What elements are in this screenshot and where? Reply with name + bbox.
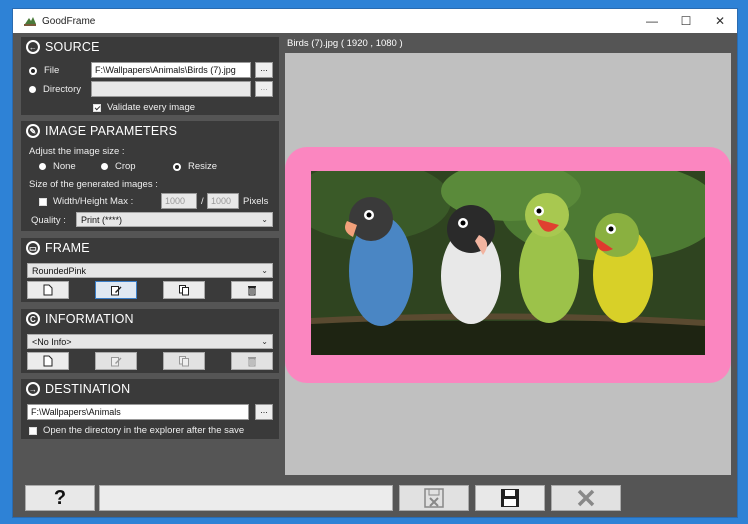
frame-new-button[interactable] bbox=[27, 281, 69, 299]
rounded-pink-frame bbox=[285, 147, 731, 383]
app-window: GoodFrame — ☐ ✕ ← SOURCE File F:\Wallpap… bbox=[0, 0, 748, 524]
frame-icon: ▭ bbox=[26, 241, 40, 255]
disk-cancel-icon bbox=[424, 488, 444, 508]
directory-label: Directory bbox=[43, 84, 82, 95]
birds-photo bbox=[311, 171, 705, 355]
preview-area bbox=[285, 53, 731, 475]
app-icon bbox=[24, 17, 36, 26]
frame-panel: ▭ FRAME RoundedPink ⌄ bbox=[21, 238, 279, 302]
none-label: None bbox=[53, 161, 76, 172]
copy-icon bbox=[179, 356, 189, 367]
quality-value: Print (****) bbox=[81, 215, 123, 225]
source-heading: SOURCE bbox=[45, 40, 100, 54]
save-disk-icon bbox=[501, 489, 519, 507]
pixels-label: Pixels bbox=[243, 196, 269, 207]
image-parameters-panel: ✎ IMAGE PARAMETERS Adjust the image size… bbox=[21, 121, 279, 231]
close-window-button[interactable]: ✕ bbox=[703, 9, 737, 33]
height-max-input[interactable]: 1000 bbox=[207, 193, 239, 209]
arrow-right-icon: → bbox=[26, 382, 40, 396]
info-delete-button[interactable] bbox=[231, 352, 273, 370]
maximize-button[interactable]: ☐ bbox=[669, 9, 703, 33]
new-file-icon bbox=[43, 284, 53, 296]
none-radio[interactable] bbox=[39, 163, 46, 170]
edit-icon bbox=[111, 357, 122, 367]
copyright-icon: C bbox=[26, 312, 40, 326]
trash-icon bbox=[248, 357, 256, 367]
info-new-button[interactable] bbox=[27, 352, 69, 370]
validate-label: Validate every image bbox=[107, 102, 196, 113]
title-bar: GoodFrame — ☐ ✕ bbox=[13, 9, 737, 33]
destination-path-input[interactable]: F:\Wallpapers\Animals bbox=[27, 404, 249, 420]
size-generated-label: Size of the generated images : bbox=[29, 179, 158, 190]
destination-panel: → DESTINATION F:\Wallpapers\Animals ... … bbox=[21, 379, 279, 439]
resize-radio[interactable] bbox=[173, 162, 181, 171]
frame-copy-button[interactable] bbox=[163, 281, 205, 299]
file-path-input[interactable]: F:\Wallpapers\Animals\Birds (7).jpg bbox=[91, 62, 251, 78]
status-field bbox=[99, 485, 393, 511]
window-title: GoodFrame bbox=[42, 15, 96, 27]
wrench-icon: ✎ bbox=[26, 124, 40, 138]
open-directory-label: Open the directory in the explorer after… bbox=[43, 425, 245, 436]
frame-delete-button[interactable] bbox=[231, 281, 273, 299]
information-value: <No Info> bbox=[32, 337, 72, 347]
directory-radio[interactable] bbox=[29, 86, 36, 93]
information-panel: C INFORMATION <No Info> ⌄ bbox=[21, 309, 279, 373]
info-edit-button[interactable] bbox=[95, 352, 137, 370]
arrow-left-icon: ← bbox=[26, 40, 40, 54]
chevron-down-icon: ⌄ bbox=[261, 215, 268, 224]
edit-icon bbox=[111, 286, 122, 296]
frame-heading: FRAME bbox=[45, 241, 90, 255]
file-label: File bbox=[44, 65, 60, 76]
validate-checkbox[interactable] bbox=[93, 103, 101, 112]
window-frame: GoodFrame — ☐ ✕ ← SOURCE File F:\Wallpap… bbox=[12, 8, 738, 518]
frame-edit-button[interactable] bbox=[95, 281, 137, 299]
crop-radio[interactable] bbox=[101, 163, 108, 170]
info-copy-button[interactable] bbox=[163, 352, 205, 370]
frame-select[interactable]: RoundedPink ⌄ bbox=[27, 263, 273, 278]
preview-caption: Birds (7).jpg ( 1920 , 1080 ) bbox=[287, 38, 403, 49]
directory-browse-button[interactable]: ... bbox=[255, 81, 273, 97]
width-height-label: Width/Height Max : bbox=[53, 196, 134, 207]
information-heading: INFORMATION bbox=[45, 312, 134, 326]
crop-label: Crop bbox=[115, 161, 136, 172]
help-label: ? bbox=[53, 486, 67, 509]
preview-image bbox=[311, 171, 705, 355]
frame-value: RoundedPink bbox=[32, 266, 87, 276]
save-button[interactable] bbox=[475, 485, 545, 511]
cancel-button[interactable] bbox=[551, 485, 621, 511]
destination-browse-button[interactable]: ... bbox=[255, 404, 273, 420]
minimize-button[interactable]: — bbox=[635, 9, 669, 33]
new-file-icon bbox=[43, 355, 53, 367]
help-button[interactable]: ? bbox=[25, 485, 95, 511]
chevron-down-icon: ⌄ bbox=[261, 337, 268, 346]
information-select[interactable]: <No Info> ⌄ bbox=[27, 334, 273, 349]
open-directory-checkbox[interactable] bbox=[29, 426, 37, 435]
image-parameters-heading: IMAGE PARAMETERS bbox=[45, 124, 178, 138]
resize-label: Resize bbox=[188, 161, 218, 172]
width-height-checkbox[interactable] bbox=[39, 197, 47, 206]
file-radio[interactable] bbox=[29, 66, 37, 75]
width-max-input[interactable]: 1000 bbox=[161, 193, 197, 209]
main-content: ← SOURCE File F:\Wallpapers\Animals\Bird… bbox=[13, 33, 737, 517]
destination-heading: DESTINATION bbox=[45, 382, 131, 396]
file-browse-button[interactable]: ... bbox=[255, 62, 273, 78]
trash-icon bbox=[248, 286, 256, 296]
source-panel: ← SOURCE File F:\Wallpapers\Animals\Bird… bbox=[21, 37, 279, 115]
copy-icon bbox=[179, 285, 189, 296]
directory-path-input[interactable] bbox=[91, 81, 251, 97]
quality-label: Quality : bbox=[31, 215, 66, 226]
save-cancel-button[interactable] bbox=[399, 485, 469, 511]
footer-bar: ? bbox=[13, 477, 737, 517]
size-separator: / bbox=[201, 196, 204, 207]
chevron-down-icon: ⌄ bbox=[261, 266, 268, 275]
adjust-size-label: Adjust the image size : bbox=[29, 146, 125, 157]
quality-select[interactable]: Print (****) ⌄ bbox=[76, 212, 273, 227]
close-icon bbox=[577, 489, 595, 507]
